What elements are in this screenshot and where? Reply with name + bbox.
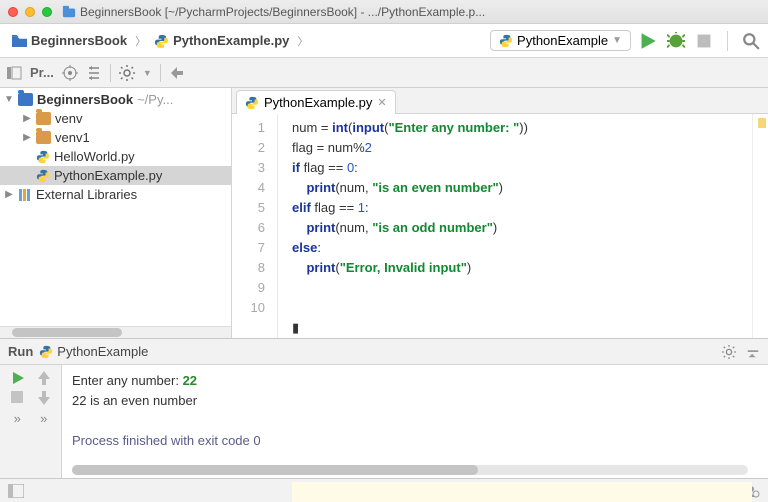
editor-tab[interactable]: PythonExample.py ✕	[236, 90, 396, 114]
settings-icon[interactable]	[119, 65, 135, 81]
search-button[interactable]	[742, 32, 760, 50]
project-tree[interactable]: ▼ BeginnersBook ~/Py... ▶ venv ▶ venv1 Hello…	[0, 88, 231, 326]
run-panel: Run PythonExample » » Enter any number: …	[0, 338, 768, 478]
separator	[160, 64, 161, 82]
python-icon	[154, 34, 169, 48]
project-label: Pr...	[30, 65, 54, 80]
zoom-window-button[interactable]	[42, 7, 52, 17]
hide-panel-icon[interactable]	[746, 345, 760, 359]
down-button[interactable]	[38, 391, 50, 405]
external-libraries-label: External Libraries	[36, 187, 137, 202]
python-icon	[245, 96, 259, 110]
stop-run-button[interactable]	[11, 391, 23, 405]
folder-icon	[12, 34, 27, 48]
dropdown-icon: ▼	[143, 68, 152, 78]
tree-root-label: BeginnersBook	[37, 92, 133, 107]
chevron-right-icon: 〉	[133, 33, 148, 49]
project-toolstrip: Pr... ▼	[0, 58, 768, 88]
folder-icon	[36, 112, 51, 125]
tree-item-label: HelloWorld.py	[54, 149, 135, 164]
tree-item[interactable]: PythonExample.py	[0, 166, 231, 185]
python-icon	[36, 169, 50, 183]
hide-icon[interactable]	[169, 65, 185, 81]
expand-arrow-icon[interactable]: ▶	[22, 132, 32, 143]
window-controls	[8, 7, 52, 17]
run-body: » » Enter any number: 2222 is an even nu…	[0, 365, 768, 478]
breadcrumb-label: BeginnersBook	[31, 33, 127, 48]
breadcrumb-item-file[interactable]: PythonExample.py	[150, 31, 293, 50]
run-config-selector[interactable]: PythonExample ▼	[490, 30, 631, 51]
tree-item[interactable]: HelloWorld.py	[0, 147, 231, 166]
python-icon	[39, 345, 53, 359]
titlebar: BeginnersBook [~/PycharmProjects/Beginne…	[0, 0, 768, 24]
run-actions	[639, 31, 760, 51]
tree-item[interactable]: ▶ venv	[0, 109, 231, 128]
separator	[110, 64, 111, 82]
more-icon[interactable]: »	[14, 411, 21, 426]
tree-item[interactable]: ▶ venv1	[0, 128, 231, 147]
tree-item-label: venv1	[55, 130, 90, 145]
dropdown-icon: ▼	[612, 35, 622, 46]
window-title: BeginnersBook [~/PycharmProjects/Beginne…	[80, 5, 760, 19]
code-body[interactable]: num = int(input("Enter any number: "))fl…	[278, 114, 752, 338]
run-header-label: Run	[8, 344, 33, 359]
stop-button[interactable]	[695, 32, 713, 50]
run-config-label: PythonExample	[517, 33, 608, 48]
rerun-button[interactable]	[11, 371, 25, 385]
python-icon	[36, 150, 50, 164]
tree-item-label: PythonExample.py	[54, 168, 162, 183]
chevron-right-icon: 〉	[295, 33, 310, 49]
folder-icon	[18, 93, 33, 106]
external-libraries[interactable]: ▶ External Libraries	[0, 185, 231, 204]
expand-arrow-icon[interactable]: ▶	[22, 113, 32, 124]
folder-icon	[36, 131, 51, 144]
run-button[interactable]	[639, 32, 657, 50]
editor-tab-label: PythonExample.py	[264, 95, 372, 110]
editor: PythonExample.py ✕ 12345678910 num = int…	[232, 88, 768, 338]
breadcrumb-label: PythonExample.py	[173, 33, 289, 48]
expand-arrow-icon[interactable]: ▼	[4, 94, 14, 105]
project-sidebar: ▼ BeginnersBook ~/Py... ▶ venv ▶ venv1 Hello…	[0, 88, 232, 338]
breadcrumb: BeginnersBook 〉 PythonExample.py 〉	[8, 31, 490, 50]
minimize-window-button[interactable]	[25, 7, 35, 17]
gutter: 12345678910	[232, 114, 278, 338]
minimap[interactable]	[752, 114, 768, 338]
run-settings-icon[interactable]	[722, 345, 736, 359]
run-header: Run PythonExample	[0, 339, 768, 365]
close-window-button[interactable]	[8, 7, 18, 17]
target-icon[interactable]	[62, 65, 78, 81]
editor-tabbar: PythonExample.py ✕	[232, 88, 768, 114]
tree-root-hint: ~/Py...	[137, 92, 173, 107]
breadcrumb-item-project[interactable]: BeginnersBook	[8, 31, 131, 50]
run-output[interactable]: Enter any number: 2222 is an even number…	[62, 365, 768, 478]
run-side-toolbar: » »	[0, 365, 62, 478]
tree-root[interactable]: ▼ BeginnersBook ~/Py...	[0, 90, 231, 109]
layout-icon[interactable]	[8, 484, 24, 498]
collapse-icon[interactable]	[86, 65, 102, 81]
up-button[interactable]	[38, 371, 50, 385]
navigation-bar: BeginnersBook 〉 PythonExample.py 〉 Pytho…	[0, 24, 768, 58]
debug-button[interactable]	[667, 32, 685, 50]
expand-arrow-icon[interactable]: ▶	[4, 189, 14, 200]
sidebar-scrollbar[interactable]	[0, 326, 231, 338]
libraries-icon	[18, 188, 32, 202]
more-icon[interactable]: »	[40, 411, 47, 426]
run-scrollbar[interactable]	[72, 465, 748, 475]
project-tab-icon[interactable]	[6, 65, 22, 81]
python-icon	[499, 34, 513, 48]
tree-item-label: venv	[55, 111, 82, 126]
separator	[727, 31, 728, 51]
app-icon	[62, 5, 76, 19]
run-config-name: PythonExample	[57, 344, 148, 359]
code-area[interactable]: 12345678910 num = int(input("Enter any n…	[232, 114, 768, 338]
close-tab-icon[interactable]: ✕	[377, 96, 386, 109]
main-area: ▼ BeginnersBook ~/Py... ▶ venv ▶ venv1 Hello…	[0, 88, 768, 338]
